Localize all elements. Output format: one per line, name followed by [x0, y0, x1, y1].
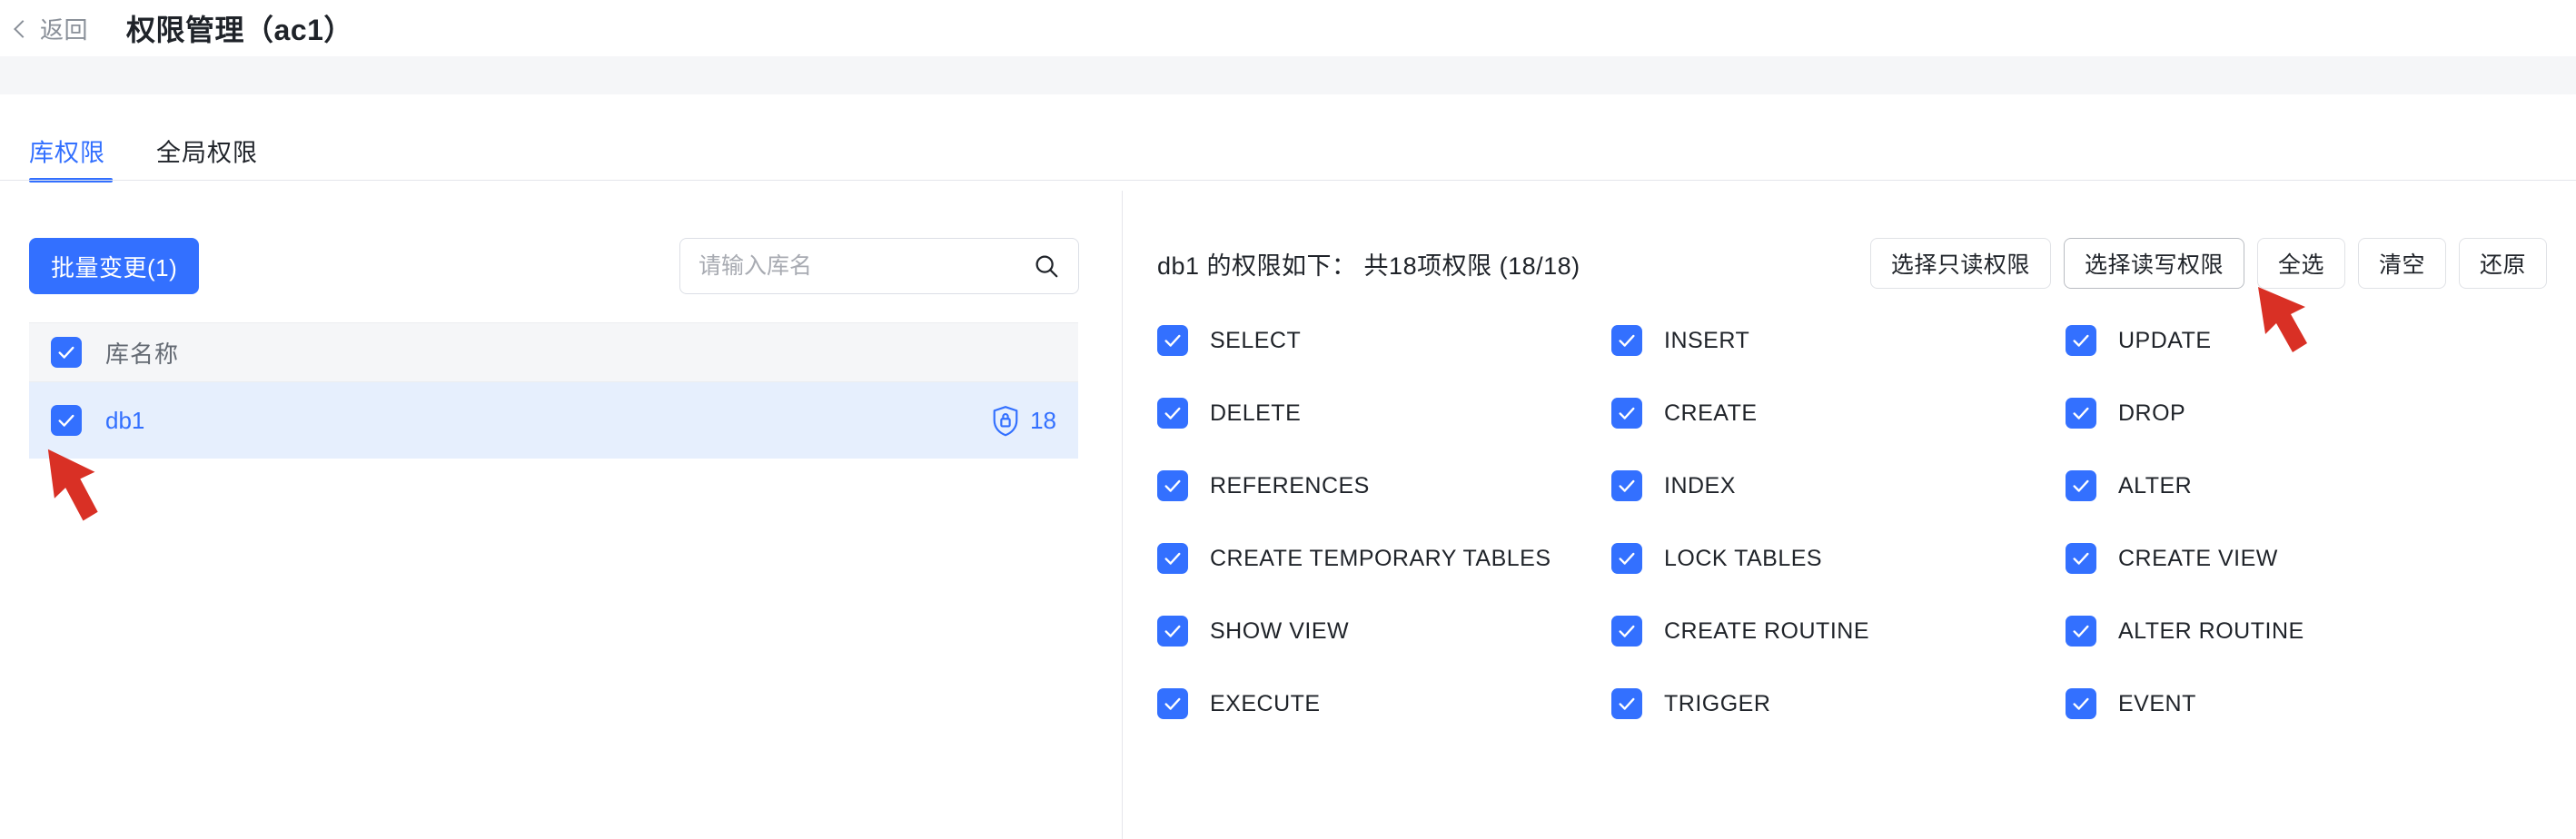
permission-label-select: SELECT: [1210, 327, 1302, 353]
permission-label-create: CREATE: [1664, 400, 1758, 426]
permission-item-alter[interactable]: ALTER: [2066, 470, 2520, 501]
clear-button[interactable]: 清空: [2357, 238, 2446, 289]
page-header: 返回 权限管理（ac1）: [0, 0, 2576, 56]
permission-item-create-view[interactable]: CREATE VIEW: [2066, 543, 2520, 574]
permission-item-select[interactable]: SELECT: [1157, 325, 1611, 356]
permission-label-references: REFERENCES: [1210, 472, 1370, 498]
permission-checkbox-create-view[interactable]: [2066, 543, 2096, 574]
permission-label-alter: ALTER: [2118, 472, 2193, 498]
permission-item-show-view[interactable]: SHOW VIEW: [1157, 616, 1611, 647]
back-button[interactable]: 返回: [14, 12, 89, 45]
select-all-button[interactable]: 全选: [2256, 238, 2345, 289]
chevron-left-icon: [14, 19, 32, 38]
tab-database-permissions[interactable]: 库权限: [29, 133, 105, 169]
permission-checkbox-grid: SELECT INSERT UPDATE DELETE CREATE DROP REFERE…: [1157, 325, 2547, 719]
permission-item-drop[interactable]: DROP: [2066, 398, 2520, 429]
permission-checkbox-create-temporary-tables[interactable]: [1157, 543, 1188, 574]
permission-checkbox-alter[interactable]: [2066, 470, 2096, 501]
permission-label-execute: EXECUTE: [1210, 690, 1321, 716]
column-header-database-name: 库名称: [105, 340, 180, 368]
permission-label-create-routine: CREATE ROUTINE: [1664, 617, 1869, 644]
page-title: 权限管理（ac1）: [126, 14, 353, 46]
permission-checkbox-delete[interactable]: [1157, 398, 1188, 429]
permission-checkbox-drop[interactable]: [2066, 398, 2096, 429]
permission-checkbox-event[interactable]: [2066, 688, 2096, 719]
tab-global-permissions[interactable]: 全局权限: [156, 133, 258, 169]
permission-summary-text: db1 的权限如下： 共18项权限 (18/18): [1157, 252, 1580, 280]
permission-checkbox-trigger[interactable]: [1611, 688, 1642, 719]
permission-item-insert[interactable]: INSERT: [1611, 325, 2066, 356]
batch-change-button[interactable]: 批量变更(1): [29, 238, 200, 294]
search-input[interactable]: [698, 252, 1033, 280]
database-table: 库名称 db1 18: [29, 322, 1078, 459]
permission-item-update[interactable]: UPDATE: [2066, 325, 2520, 356]
permission-label-insert: INSERT: [1664, 327, 1750, 353]
permission-checkbox-lock-tables[interactable]: [1611, 543, 1642, 574]
row-permission-badge: 18: [992, 405, 1056, 437]
permission-item-event[interactable]: EVENT: [2066, 688, 2520, 719]
search-icon[interactable]: [1033, 252, 1060, 280]
permission-label-trigger: TRIGGER: [1664, 690, 1771, 716]
header-divider-band: [0, 56, 2576, 94]
permission-checkbox-update[interactable]: [2066, 325, 2096, 356]
search-database-box[interactable]: [679, 238, 1079, 294]
permission-item-references[interactable]: REFERENCES: [1157, 470, 1611, 501]
app-root: 返回 权限管理（ac1） 库权限 全局权限 批量变更(1) 请输入库名 库名称 …: [0, 0, 2576, 839]
permission-item-index[interactable]: INDEX: [1611, 470, 2066, 501]
select-readonly-permissions-button[interactable]: 选择只读权限: [1869, 238, 2051, 289]
permission-checkbox-create-routine[interactable]: [1611, 616, 1642, 647]
permission-detail-panel: db1 的权限如下： 共18项权限 (18/18) 选择只读权限 选择读写权限 …: [1123, 191, 2576, 839]
permission-count: 18: [1030, 406, 1056, 434]
permission-item-create-routine[interactable]: CREATE ROUTINE: [1611, 616, 2066, 647]
restore-button[interactable]: 还原: [2458, 238, 2547, 289]
table-header-row: 库名称: [29, 322, 1078, 382]
permission-label-update: UPDATE: [2118, 327, 2212, 353]
permission-item-execute[interactable]: EXECUTE: [1157, 688, 1611, 719]
permission-label-alter-routine: ALTER ROUTINE: [2118, 617, 2304, 644]
main-content: 批量变更(1) 库名称: [0, 191, 2576, 839]
tab-bar: 库权限 全局权限: [0, 94, 2576, 191]
permission-item-alter-routine[interactable]: ALTER ROUTINE: [2066, 616, 2520, 647]
permission-label-create-temporary-tables: CREATE TEMPORARY TABLES: [1210, 545, 1551, 571]
permission-checkbox-show-view[interactable]: [1157, 616, 1188, 647]
database-name-db1[interactable]: db1: [105, 407, 144, 435]
table-row[interactable]: db1 18: [29, 382, 1078, 459]
permission-item-delete[interactable]: DELETE: [1157, 398, 1611, 429]
permission-item-create[interactable]: CREATE: [1611, 398, 2066, 429]
row-checkbox-db1[interactable]: [51, 405, 82, 436]
permission-label-drop: DROP: [2118, 400, 2186, 426]
permission-checkbox-references[interactable]: [1157, 470, 1188, 501]
permission-label-delete: DELETE: [1210, 400, 1302, 426]
permission-item-create-temporary-tables[interactable]: CREATE TEMPORARY TABLES: [1157, 543, 1611, 574]
permission-item-trigger[interactable]: TRIGGER: [1611, 688, 2066, 719]
database-list-panel: 批量变更(1) 库名称: [0, 191, 1122, 839]
permission-action-buttons: 选择只读权限 选择读写权限 全选 清空 还原: [1869, 238, 2547, 289]
permission-checkbox-alter-routine[interactable]: [2066, 616, 2096, 647]
tab-bar-divider: [0, 180, 2576, 181]
permission-label-create-view: CREATE VIEW: [2118, 545, 2278, 571]
permission-checkbox-insert[interactable]: [1611, 325, 1642, 356]
permission-item-lock-tables[interactable]: LOCK TABLES: [1611, 543, 2066, 574]
back-button-label: 返回: [40, 15, 89, 44]
permission-checkbox-create[interactable]: [1611, 398, 1642, 429]
select-all-databases-checkbox[interactable]: [51, 337, 82, 368]
permission-label-lock-tables: LOCK TABLES: [1664, 545, 1823, 571]
permission-checkbox-index[interactable]: [1611, 470, 1642, 501]
permission-label-index: INDEX: [1664, 472, 1736, 498]
permission-label-show-view: SHOW VIEW: [1210, 617, 1350, 644]
select-readwrite-permissions-button[interactable]: 选择读写权限: [2063, 238, 2244, 289]
shield-lock-icon: [992, 405, 1019, 437]
permission-label-event: EVENT: [2118, 690, 2196, 716]
permission-checkbox-execute[interactable]: [1157, 688, 1188, 719]
permission-checkbox-select[interactable]: [1157, 325, 1188, 356]
